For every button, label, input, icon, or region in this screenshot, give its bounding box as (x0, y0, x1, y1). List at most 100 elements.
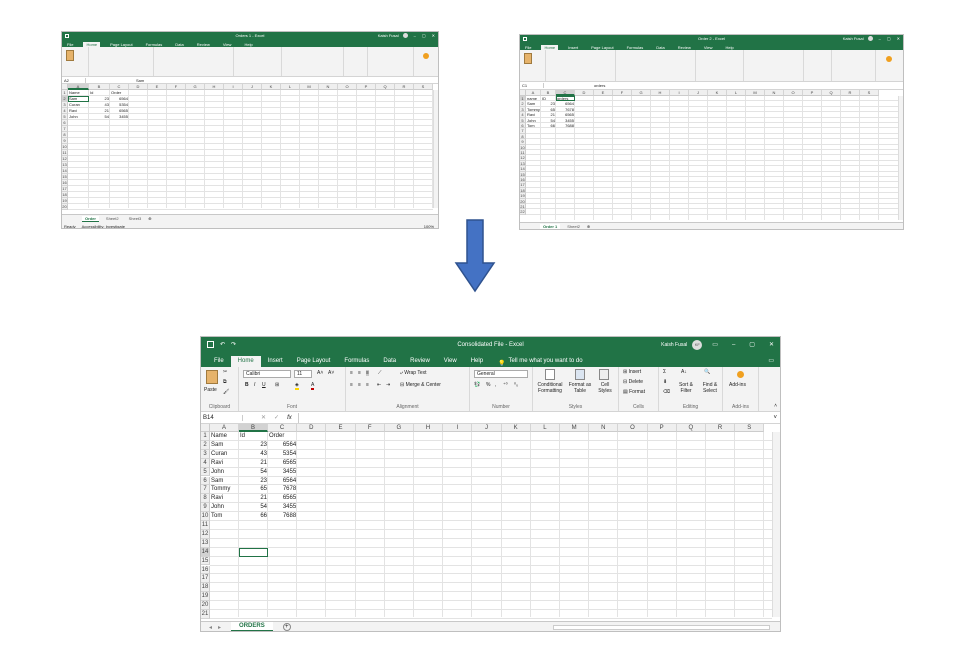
cell-A3[interactable]: Curan (211, 450, 238, 459)
cell-B9[interactable]: 54 (240, 503, 267, 512)
cell-A9[interactable]: John (211, 503, 238, 512)
column-header[interactable]: M (746, 90, 765, 96)
row-header[interactable]: 21 (201, 610, 210, 619)
column-header[interactable]: G (186, 84, 205, 90)
row-header[interactable]: 6 (201, 476, 210, 486)
column-header[interactable]: E (326, 424, 356, 432)
row-header[interactable]: 12 (201, 529, 210, 539)
column-header[interactable]: I (670, 90, 689, 96)
format-painter-icon[interactable]: 🖌 (223, 389, 229, 395)
name-box[interactable]: A2 (62, 77, 86, 83)
cut-icon[interactable]: ✂ (223, 369, 227, 375)
close-icon[interactable]: ✕ (769, 341, 774, 348)
conditional-formatting-icon[interactable] (545, 369, 555, 380)
autosum-icon[interactable]: Σ (663, 369, 666, 375)
cell-B3[interactable]: 43 (240, 450, 267, 459)
sheet-nav-prev-icon[interactable]: ◂ (209, 624, 212, 631)
addins-icon[interactable] (737, 371, 744, 378)
maximize-icon[interactable]: ▢ (749, 341, 755, 348)
row-header[interactable]: 17 (201, 574, 210, 584)
decrease-indent-icon[interactable]: ⇤ (377, 382, 381, 388)
paste-icon[interactable] (206, 370, 218, 384)
column-header[interactable]: D (575, 90, 594, 96)
ribbon-tab-file[interactable]: File (207, 356, 231, 367)
cell-A6[interactable]: Sam (211, 477, 238, 486)
column-header[interactable]: Q (676, 424, 706, 432)
undo-icon[interactable]: ↶ (220, 341, 225, 348)
column-header[interactable]: M (300, 84, 319, 90)
comments-icon[interactable]: ▭ (768, 357, 774, 367)
minimize-icon[interactable]: – (414, 33, 416, 38)
paste-label[interactable]: Paste (204, 387, 217, 393)
font-size-select[interactable]: 11 (294, 370, 312, 378)
column-header[interactable]: L (727, 90, 746, 96)
ribbon-tab-help[interactable]: Help (464, 356, 490, 367)
format-as-table-button[interactable]: Format as Table (568, 382, 592, 394)
zoom-level[interactable]: 100% (424, 224, 434, 229)
underline-button[interactable]: U (262, 382, 266, 388)
format-table-icon[interactable] (575, 369, 585, 380)
column-header[interactable]: O (338, 84, 357, 90)
cell-C1[interactable]: Order (269, 432, 296, 441)
worksheet-grid[interactable]: A B C D E F G H I J K L M N O P Q R S 1 2 3 4 5 6 7 8 9 10 11 12 13 14 15… (62, 84, 438, 210)
row-header[interactable]: 5 (201, 467, 210, 477)
font-name-select[interactable]: Calibri (243, 370, 291, 378)
column-header[interactable]: B (239, 424, 268, 432)
row-header[interactable]: 19 (201, 592, 210, 602)
insert-button[interactable]: ⊞ Insert (623, 369, 641, 375)
column-header[interactable]: C (268, 424, 298, 432)
cell-B5[interactable]: 54 (240, 468, 267, 477)
formula-input[interactable]: Sam (136, 78, 144, 83)
cell-C7[interactable]: 7678 (269, 485, 296, 494)
enter-icon[interactable]: ✓ (274, 414, 279, 421)
row-header[interactable]: 1 (201, 432, 210, 441)
cell-A6[interactable]: Tom (527, 123, 540, 128)
paste-icon[interactable] (524, 53, 532, 64)
column-header[interactable]: K (708, 90, 727, 96)
sheet-tab-order[interactable]: Order (82, 215, 99, 222)
font-grow-icon[interactable]: A˄ (317, 370, 323, 376)
cell-C10[interactable]: 7688 (269, 512, 296, 521)
save-icon[interactable] (523, 36, 527, 41)
row-header[interactable]: 18 (201, 583, 210, 593)
column-header[interactable]: S (860, 90, 879, 96)
name-box[interactable]: C1 (520, 83, 544, 88)
cell-A1[interactable]: Name (211, 432, 238, 441)
ribbon-tab-view[interactable]: View (437, 356, 464, 367)
sort-filter-icon[interactable]: A↓ (681, 369, 687, 375)
horizontal-scrollbar[interactable] (553, 625, 770, 630)
column-header[interactable]: G (632, 90, 651, 96)
column-header[interactable]: F (167, 84, 186, 90)
column-header[interactable]: S (414, 84, 433, 90)
vertical-scrollbar[interactable] (433, 90, 438, 208)
column-header[interactable]: I (224, 84, 243, 90)
ribbon-tab-data[interactable]: Data (376, 356, 403, 367)
vertical-scrollbar[interactable] (772, 432, 780, 617)
column-header[interactable]: E (594, 90, 613, 96)
row-header[interactable]: 15 (201, 556, 210, 566)
column-header[interactable]: R (706, 424, 736, 432)
select-all-corner[interactable] (201, 424, 210, 432)
orientation-icon[interactable]: ⟋ (378, 370, 382, 376)
ribbon-tab-review[interactable]: Review (403, 356, 437, 367)
column-header[interactable]: L (281, 84, 300, 90)
expand-formula-icon[interactable]: ˅ (773, 415, 777, 421)
column-header[interactable]: P (357, 84, 376, 90)
column-header[interactable]: N (765, 90, 784, 96)
percent-icon[interactable]: % (486, 382, 490, 388)
column-header[interactable]: Q (822, 90, 841, 96)
addins-icon[interactable] (886, 56, 892, 62)
vertical-scrollbar[interactable] (898, 96, 903, 220)
name-box[interactable]: B14 (201, 414, 243, 421)
decrease-decimal-icon[interactable]: ⁰₀ (514, 382, 518, 388)
sheet-tab-orders[interactable]: ORDERS (231, 622, 273, 631)
column-header[interactable]: N (589, 424, 619, 432)
cell-B8[interactable]: 21 (240, 494, 267, 503)
ribbon-tab-formulas[interactable]: Formulas (337, 356, 376, 367)
row-header[interactable]: 13 (201, 538, 210, 548)
row-header[interactable]: 4 (201, 458, 210, 468)
cell-A8[interactable]: Ravi (211, 494, 238, 503)
column-header[interactable]: O (618, 424, 648, 432)
column-header[interactable]: P (803, 90, 822, 96)
column-header[interactable]: I (443, 424, 473, 432)
